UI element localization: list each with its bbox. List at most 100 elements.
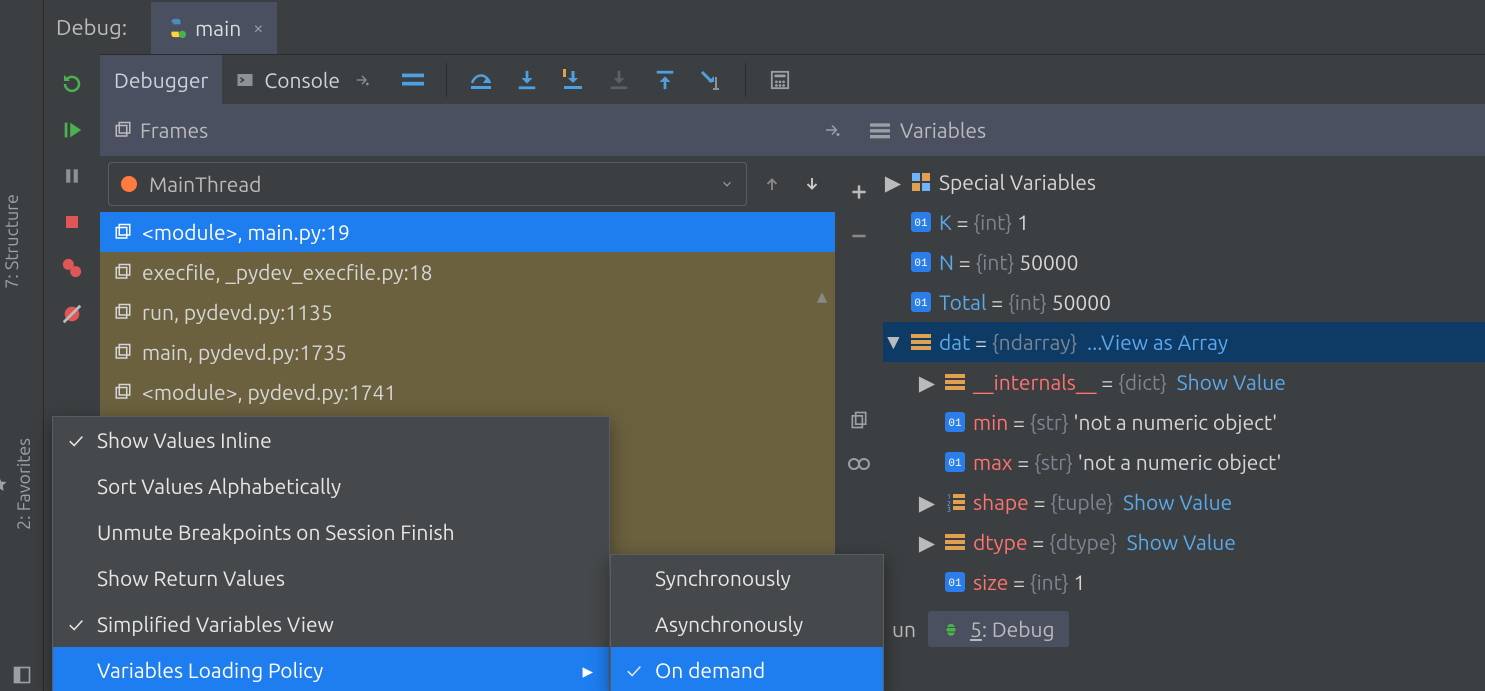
step-over-button[interactable] (469, 68, 493, 92)
step-over-icon (469, 69, 493, 91)
status-bar: un 5: Debug (882, 606, 1079, 652)
stop-button[interactable] (58, 208, 86, 236)
frame-item[interactable]: <module>, main.py:19 (100, 212, 835, 252)
pause-button[interactable] (58, 162, 86, 190)
variable-content: max = {str} 'not a numeric object' (973, 450, 1281, 474)
context-menu-label: Variables Loading Policy (97, 658, 323, 682)
debug-tab-strip: Debug: main × (44, 0, 1485, 54)
mute-breakpoints-button[interactable] (58, 300, 86, 328)
svg-text:01: 01 (948, 578, 962, 590)
context-menu-label: Unmute Breakpoints on Session Finish (97, 520, 455, 544)
tool-window-layout-button[interactable] (12, 665, 32, 685)
run-to-cursor-button[interactable] (699, 68, 723, 92)
minus-icon (849, 226, 869, 246)
step-into-button[interactable] (515, 68, 539, 92)
frame-item[interactable]: main, pydevd.py:1735 (100, 332, 835, 372)
next-frame-button[interactable] (803, 175, 827, 193)
svg-text:01: 01 (948, 458, 962, 470)
evaluate-expression-button[interactable] (768, 68, 792, 92)
debugger-tab[interactable]: Debugger (100, 55, 222, 105)
restore-layout-icon (823, 122, 841, 138)
run-config-tab-main[interactable]: main × (151, 0, 277, 54)
python-file-icon (165, 17, 187, 39)
thread-status-dot-icon (121, 176, 137, 192)
variable-row[interactable]: 01Total = {int} 50000 (883, 282, 1485, 322)
variable-row[interactable]: 01 max = {str} 'not a numeric object' (883, 442, 1485, 482)
separator (446, 63, 447, 97)
thread-selector[interactable]: MainThread (108, 162, 747, 206)
new-watch-button[interactable] (847, 180, 871, 204)
stop-icon (63, 213, 81, 231)
variable-content: dtype = {dtype} Show Value (973, 530, 1236, 554)
force-step-into-icon (608, 69, 630, 91)
restore-layout-button[interactable] (820, 118, 844, 142)
twisty-icon[interactable]: ▶ (917, 530, 937, 555)
context-menu-item[interactable]: ✓ Simplified Variables View (53, 601, 609, 647)
variable-content: size = {int} 1 (973, 570, 1085, 594)
submenu-item[interactable]: Asynchronously (611, 601, 883, 647)
structure-label: 7: Structure (2, 186, 22, 297)
variable-row[interactable]: 01N = {int} 50000 (883, 242, 1485, 282)
variables-title-label: Variables (900, 118, 986, 142)
copy-button[interactable] (847, 408, 871, 432)
variable-row[interactable]: ▶ dtype = {dtype} Show Value (883, 522, 1485, 562)
variable-content: dat = {ndarray} ...View as Array (939, 330, 1228, 354)
frame-label: main, pydevd.py:1735 (142, 340, 347, 364)
variable-content: Special Variables (939, 170, 1096, 194)
close-tab-button[interactable]: × (249, 18, 263, 38)
context-menu-label: Simplified Variables View (97, 612, 334, 636)
scroll-up-icon[interactable]: ▴ (813, 286, 831, 304)
remove-watch-button[interactable] (847, 224, 871, 248)
plus-icon (849, 182, 869, 202)
context-menu-item[interactable]: Sort Values Alphabetically (53, 463, 609, 509)
variables-loading-policy-submenu[interactable]: Synchronously Asynchronously✓On demand (610, 554, 884, 691)
check-icon: ✓ (65, 428, 87, 452)
variable-row[interactable]: ▶__internals__ = {dict} Show Value (883, 362, 1485, 402)
check-icon: ✓ (65, 612, 87, 636)
variable-row[interactable]: 01min = {str} 'not a numeric object' (883, 402, 1485, 442)
resume-button[interactable] (58, 116, 86, 144)
mute-breakpoints-icon (61, 303, 83, 325)
chevron-down-icon (720, 177, 734, 191)
layout-threads-button[interactable] (388, 55, 438, 105)
submenu-item[interactable]: ✓On demand (611, 647, 883, 691)
frame-item[interactable]: execfile, _pydev_execfile.py:18 (100, 252, 835, 292)
context-menu-item[interactable]: Show Return Values (53, 555, 609, 601)
resume-icon (61, 119, 83, 141)
variable-content: K = {int} 1 (939, 210, 1029, 234)
twisty-icon[interactable]: ▼ (883, 329, 903, 355)
step-into-my-code-button[interactable] (561, 68, 585, 92)
variable-row[interactable]: ▶123shape = {tuple} Show Value (883, 482, 1485, 522)
step-out-button[interactable] (653, 68, 677, 92)
variable-row[interactable]: ▼ dat = {ndarray} ...View as Array (883, 322, 1485, 362)
structure-tool[interactable]: 7: Structure (2, 180, 42, 303)
debug-settings-context-menu[interactable]: ✓Show Values InlineSort Values Alphabeti… (52, 416, 610, 691)
frame-item[interactable]: run, pydevd.py:1135 (100, 292, 835, 332)
rerun-icon (60, 72, 84, 96)
previous-frame-button[interactable] (763, 175, 787, 193)
twisty-icon[interactable]: ▶ (917, 370, 937, 395)
rerun-button[interactable] (58, 70, 86, 98)
twisty-icon[interactable]: ▶ (883, 170, 903, 195)
context-menu-item[interactable]: Variables Loading Policy ▸ (53, 647, 609, 691)
variable-row[interactable]: ▶ Special Variables (883, 162, 1485, 202)
console-tab[interactable]: Console (222, 55, 388, 105)
run-tool-fragment: un (892, 617, 916, 641)
debug-tool-window-button[interactable]: 5: Debug (928, 611, 1069, 647)
star-icon (0, 475, 8, 493)
submenu-label: Synchronously (655, 566, 791, 590)
run-config-tab-label: main (195, 16, 241, 40)
submenu-item[interactable]: Synchronously (611, 555, 883, 601)
layout-icon (402, 71, 424, 89)
force-step-into-button[interactable] (607, 68, 631, 92)
variable-row[interactable]: 01 size = {int} 1 (883, 562, 1485, 602)
view-breakpoints-button[interactable] (58, 254, 86, 282)
context-menu-item[interactable]: ✓Show Values Inline (53, 417, 609, 463)
show-watches-button[interactable] (847, 452, 871, 476)
context-menu-item[interactable]: Unmute Breakpoints on Session Finish (53, 509, 609, 555)
variable-row[interactable]: 01K = {int} 1 (883, 202, 1485, 242)
twisty-icon[interactable]: ▶ (917, 490, 937, 515)
thread-name: MainThread (149, 172, 261, 196)
frame-item[interactable]: <module>, pydevd.py:1741 (100, 372, 835, 412)
submenu-caret-icon: ▸ (582, 658, 593, 683)
